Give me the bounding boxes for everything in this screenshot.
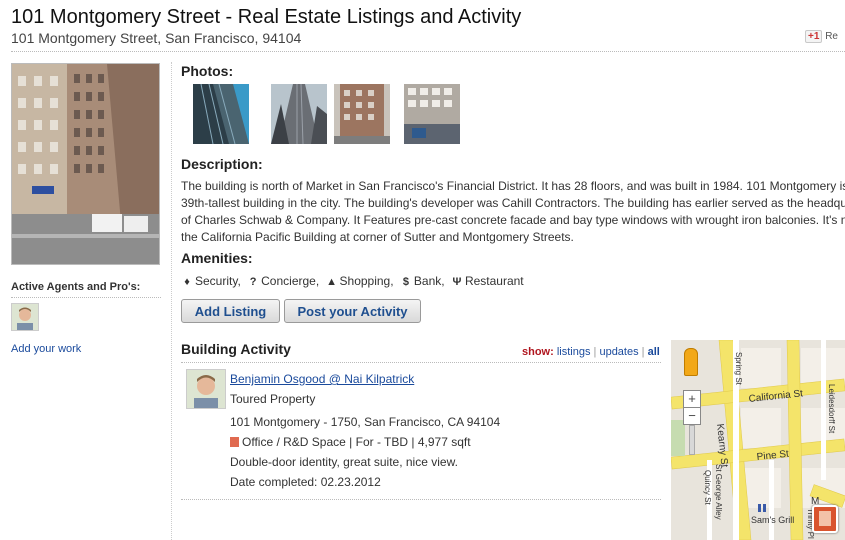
amenity-item: ? Concierge, xyxy=(247,274,319,288)
google-plus-button[interactable]: +1 Re xyxy=(805,30,838,43)
svg-text:Sam's Grill: Sam's Grill xyxy=(751,515,794,525)
photo-thumbnail[interactable] xyxy=(334,84,390,144)
activity-note: Double-door identity, great suite, nice … xyxy=(230,455,458,469)
amenity-label: Restaurant xyxy=(464,274,524,288)
show-label: show: xyxy=(522,346,554,358)
building-activity-header: Building Activity xyxy=(181,341,291,357)
active-agents-label: Active Agents and Pro's: xyxy=(11,281,141,293)
photo-thumbnail[interactable] xyxy=(271,84,327,144)
zoom-out-button[interactable]: − xyxy=(683,407,701,425)
amenities-list: ♦ Security, ? Concierge, ▲ Shopping, $ Bank,… xyxy=(181,274,527,288)
amenity-item: ♦ Security, xyxy=(181,274,241,288)
activity-divider xyxy=(181,362,661,363)
column-divider xyxy=(171,62,172,540)
photo-thumbnail[interactable] xyxy=(404,84,460,144)
activity-space-info: Office / R&D Space | For - TBD | 4,977 s… xyxy=(230,435,471,449)
add-listing-button[interactable]: Add Listing xyxy=(181,299,280,323)
amenity-label: Concierge, xyxy=(261,274,320,288)
header-divider xyxy=(11,51,845,52)
svg-text:Leidesdorff St: Leidesdorff St xyxy=(827,384,836,434)
filter-all-link[interactable]: all xyxy=(648,346,660,358)
photos-header: Photos: xyxy=(181,63,234,79)
amenity-item: Ψ Restaurant xyxy=(451,274,524,288)
google-plus-icon: +1 xyxy=(805,30,823,43)
filter-separator: | xyxy=(593,346,597,358)
dollar-icon: $ xyxy=(402,276,409,288)
sidebar-divider xyxy=(11,297,161,298)
google-plus-text: Re xyxy=(825,31,838,42)
activity-agent-link[interactable]: Benjamin Osgood @ Nai Kilpatrick xyxy=(230,372,414,386)
amenity-item: $ Bank, xyxy=(400,274,445,288)
activity-filter: show: listings | updates | all xyxy=(522,346,660,358)
zoom-in-button[interactable]: + xyxy=(683,390,701,408)
page-subtitle: 101 Montgomery Street, San Francisco, 94… xyxy=(11,30,302,46)
fork-knife-icon: Ψ xyxy=(452,276,462,288)
location-map[interactable]: California St Pine St Kearny St Spring S… xyxy=(671,340,845,540)
building-main-photo[interactable] xyxy=(11,63,160,265)
svg-text:St George Alley: St George Alley xyxy=(714,464,723,520)
activity-action: Toured Property xyxy=(230,392,316,406)
activity-space-text: Office / R&D Space | For - TBD | 4,977 s… xyxy=(242,435,471,449)
amenity-label: Security, xyxy=(195,274,241,288)
svg-text:Quincy St: Quincy St xyxy=(703,470,712,505)
activity-avatar[interactable] xyxy=(186,369,226,409)
amenity-label: Bank, xyxy=(413,274,445,288)
amenities-header: Amenities: xyxy=(181,250,253,266)
amenity-item: ▲ Shopping, xyxy=(326,274,394,288)
filter-updates-link[interactable]: updates xyxy=(599,346,638,358)
shopping-bag-icon: ▲ xyxy=(326,276,337,288)
post-activity-button[interactable]: Post your Activity xyxy=(284,299,421,323)
filter-listings-link[interactable]: listings xyxy=(557,346,591,358)
filter-separator: | xyxy=(641,346,645,358)
amenity-label: Shopping, xyxy=(339,274,394,288)
agent-avatar[interactable] xyxy=(11,303,39,331)
question-icon: ? xyxy=(249,276,257,288)
activity-divider xyxy=(181,499,661,500)
building-marker-icon[interactable] xyxy=(812,505,838,533)
street-view-pegman-icon[interactable] xyxy=(684,348,698,376)
photo-thumbnail[interactable] xyxy=(193,84,249,144)
activity-address: 101 Montgomery - 1750, San Francisco, CA… xyxy=(230,415,501,429)
svg-text:Spring St: Spring St xyxy=(734,352,743,386)
description-header: Description: xyxy=(181,156,263,172)
activity-date: Date completed: 02.23.2012 xyxy=(230,475,381,489)
add-your-work-link[interactable]: Add your work xyxy=(11,343,81,355)
office-building-icon xyxy=(230,437,239,447)
shield-icon: ♦ xyxy=(184,276,190,288)
description-text: The building is north of Market in San F… xyxy=(181,179,845,244)
zoom-track[interactable] xyxy=(689,425,695,455)
page-title: 101 Montgomery Street - Real Estate List… xyxy=(11,6,522,28)
